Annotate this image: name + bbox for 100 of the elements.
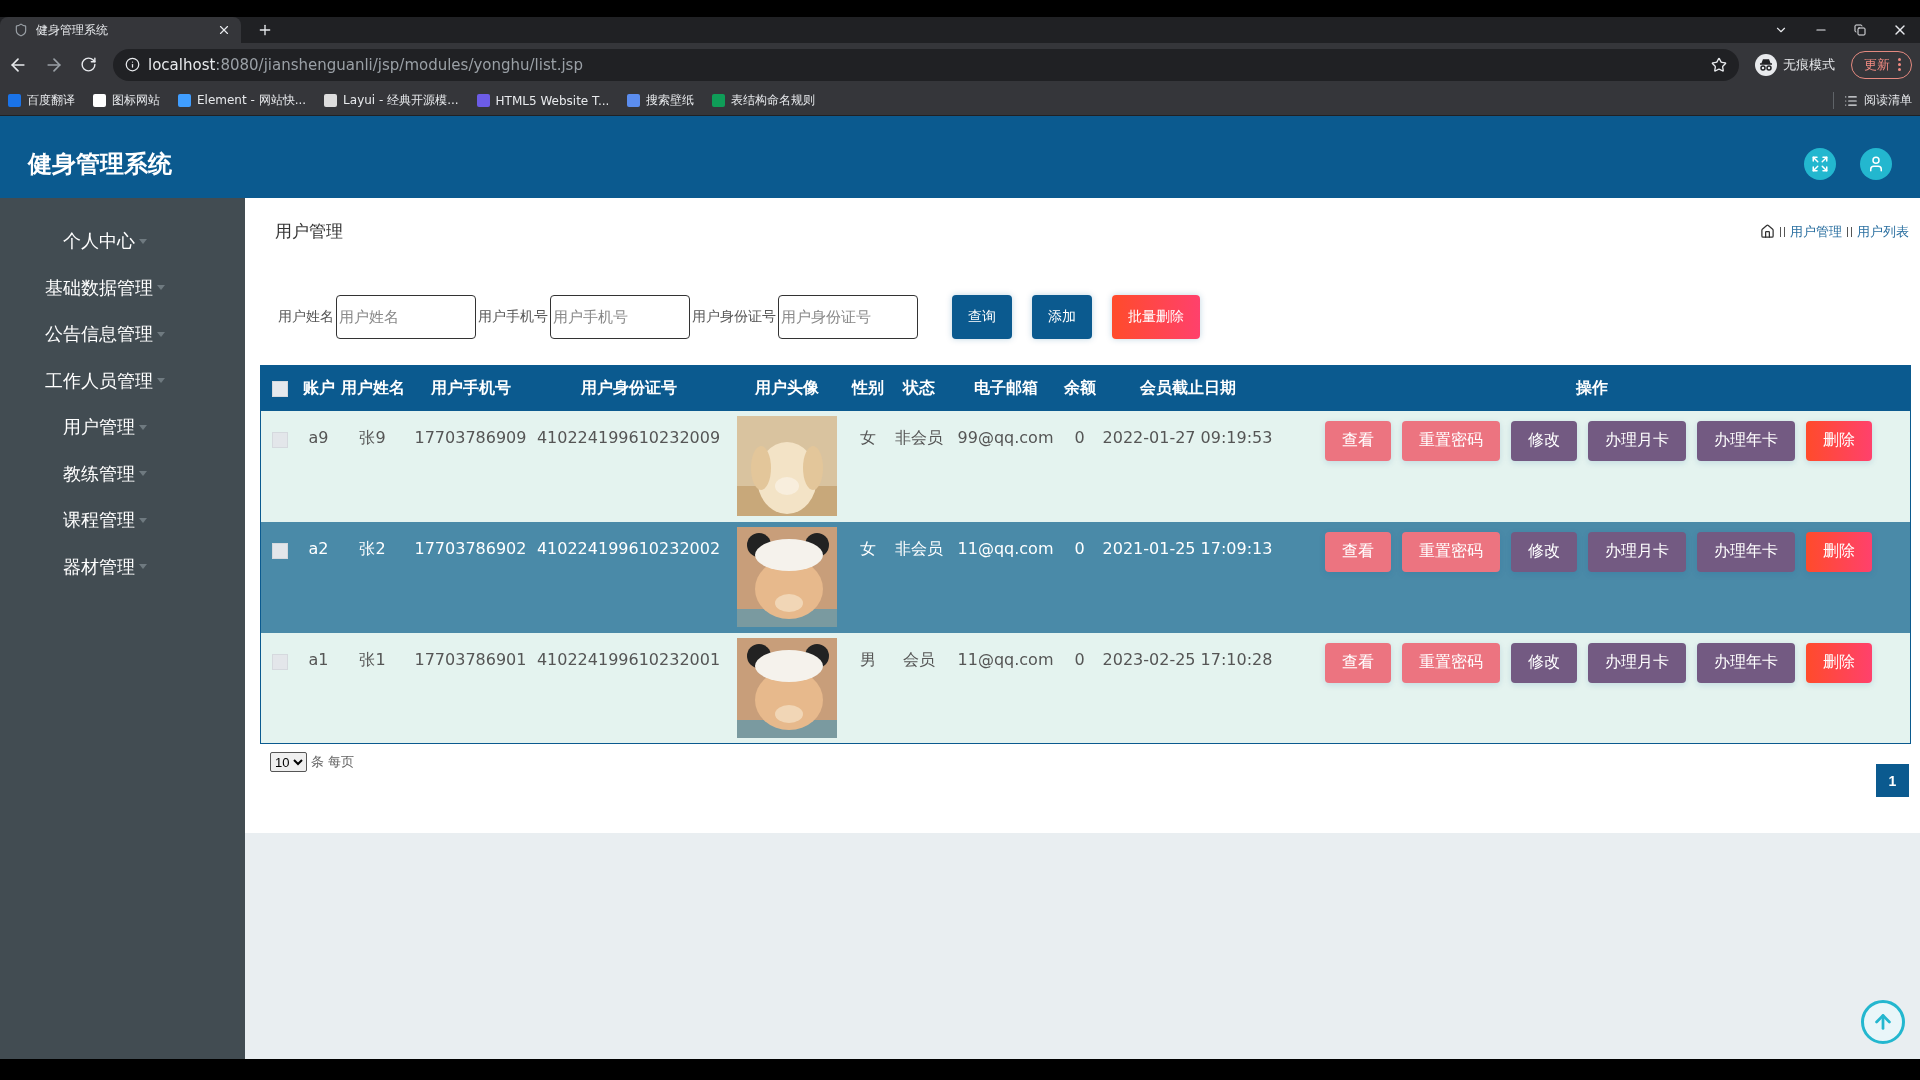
reload-icon[interactable] xyxy=(80,56,97,73)
bookmark-link[interactable]: Element - 网站快... xyxy=(178,92,307,109)
column-header: 账户 xyxy=(298,365,339,411)
caret-icon xyxy=(157,331,165,337)
row-checkbox[interactable] xyxy=(271,542,288,559)
table-cell: 17703786902 xyxy=(414,538,527,558)
bookmark-link[interactable]: 百度翻译 xyxy=(8,92,75,109)
table-row[interactable]: a9 张9 17703786909 410224199610232009 女 非会员 99@qq.com 0 2022-01-27 09:19:53 查看 重置密码 修改 办理月卡 办理年卡 删除 xyxy=(260,410,1911,522)
sidebar-item[interactable]: 工作人员管理 xyxy=(0,357,210,404)
caret-icon xyxy=(139,424,147,430)
caret-icon xyxy=(139,564,147,570)
table-cell: 0 xyxy=(1074,538,1085,558)
action-button[interactable]: 办理年卡 xyxy=(1696,531,1795,572)
column-header: 状态 xyxy=(884,365,953,411)
star-icon[interactable] xyxy=(1711,56,1727,73)
action-button[interactable]: 修改 xyxy=(1510,642,1577,683)
table-cell: 17703786909 xyxy=(414,427,527,447)
sidebar-item[interactable]: 公告信息管理 xyxy=(0,311,210,358)
bookmark-link[interactable]: Layui - 经典开源模... xyxy=(324,92,459,109)
sidebar-item[interactable]: 用户管理 xyxy=(0,404,210,451)
column-header: 会员截止日期 xyxy=(1100,365,1275,411)
table-cell: 410224199610232009 xyxy=(536,427,721,447)
search-field[interactable]: 用户姓名 xyxy=(336,295,476,339)
app-title: 健身管理系统 xyxy=(28,149,173,180)
bookmark-link[interactable]: 搜索壁纸 xyxy=(627,92,695,109)
page-size-select[interactable]: 10 xyxy=(270,752,307,772)
row-checkbox[interactable] xyxy=(271,653,288,670)
field-label: 用户身份证号 xyxy=(692,308,776,326)
table-row[interactable]: a2 张2 17703786902 410224199610232002 女 非会员 11@qq.com 0 2021-01-25 17:09:13 查看 重置密码 修改 办理月卡 办理年卡 删除 xyxy=(260,521,1911,633)
fullscreen-icon[interactable] xyxy=(1804,148,1836,180)
breadcrumb-link[interactable]: 用户管理 xyxy=(1790,222,1842,241)
restore-icon[interactable] xyxy=(1854,24,1866,36)
close-icon[interactable] xyxy=(217,23,231,37)
column-header: 操作 xyxy=(1274,365,1911,411)
search-button[interactable]: 查询 xyxy=(952,295,1012,339)
sidebar-item[interactable]: 器材管理 xyxy=(0,543,210,590)
separator-icon xyxy=(1847,226,1852,237)
page-button[interactable]: 1 xyxy=(1876,764,1909,797)
table-cell: 女 xyxy=(859,427,876,447)
row-checkbox[interactable] xyxy=(271,431,288,448)
new-tab-icon[interactable] xyxy=(257,22,273,38)
table-cell: 女 xyxy=(859,538,876,558)
action-button[interactable]: 办理月卡 xyxy=(1587,420,1686,461)
address-bar[interactable]: localhost:8080/jianshenguanli/jsp/modules/yonghu/list.jsp xyxy=(113,48,1739,81)
action-button[interactable]: 办理月卡 xyxy=(1587,642,1686,683)
separator-icon xyxy=(1780,226,1785,237)
sidebar-item[interactable]: 教练管理 xyxy=(0,450,210,497)
action-button[interactable]: 修改 xyxy=(1510,531,1577,572)
table-cell: 2023-02-25 17:10:28 xyxy=(1102,649,1273,669)
url-text: localhost:8080/jianshenguanli/jsp/modules/yonghu/list.jsp xyxy=(148,55,584,74)
page-title: 用户管理 xyxy=(274,220,343,243)
user-icon[interactable] xyxy=(1860,148,1892,180)
table-cell: 99@qq.com xyxy=(957,427,1054,447)
home-icon[interactable] xyxy=(1760,224,1775,239)
action-button[interactable]: 办理年卡 xyxy=(1696,420,1795,461)
breadcrumb-link[interactable]: 用户列表 xyxy=(1857,222,1909,241)
search-field[interactable]: 用户手机号 xyxy=(550,295,690,339)
incognito-icon xyxy=(1755,53,1777,76)
sidebar-item[interactable]: 基础数据管理 xyxy=(0,264,210,311)
table-cell: 0 xyxy=(1074,427,1085,447)
caret-icon xyxy=(139,517,147,523)
table-cell: 会员 xyxy=(902,649,935,669)
table-cell: 410224199610232002 xyxy=(536,538,721,558)
incognito-label: 无痕模式 xyxy=(1783,55,1835,74)
table-cell: 非会员 xyxy=(894,538,943,558)
field-label: 用户姓名 xyxy=(278,308,334,326)
table-cell: 非会员 xyxy=(894,427,943,447)
table-cell: a1 xyxy=(308,649,329,669)
column-header: 用户姓名 xyxy=(338,365,407,411)
bookmark-link[interactable]: HTML5 Website T... xyxy=(476,93,610,108)
caret-icon xyxy=(157,285,165,291)
column-header: 用户身份证号 xyxy=(534,365,723,411)
sidebar-item[interactable]: 个人中心 xyxy=(0,218,210,265)
search-button[interactable]: 添加 xyxy=(1032,295,1092,339)
field-label: 用户手机号 xyxy=(478,308,548,326)
shield-icon xyxy=(14,23,28,37)
search-field[interactable]: 用户身份证号 xyxy=(778,295,918,339)
table-cell: 0 xyxy=(1074,649,1085,669)
table-cell: 张9 xyxy=(359,427,386,447)
browser-tab[interactable]: 健身管理系统 xyxy=(0,17,241,43)
bookmark-link[interactable]: 图标网站 xyxy=(93,92,160,109)
table-cell: a9 xyxy=(308,427,329,447)
reading-list-link[interactable]: 阅读清单 xyxy=(1833,92,1912,109)
select-all-checkbox[interactable] xyxy=(271,381,288,398)
bookmark-link[interactable]: 表结构命名规则 xyxy=(712,92,816,109)
info-icon xyxy=(125,57,140,72)
more-icon xyxy=(1898,58,1901,71)
table-cell: 男 xyxy=(859,649,876,669)
tab-title: 健身管理系统 xyxy=(36,21,109,39)
table-cell: 410224199610232001 xyxy=(536,649,721,669)
column-header: 用户手机号 xyxy=(406,365,535,411)
table-cell: 11@qq.com xyxy=(957,538,1054,558)
table-row[interactable]: a1 张1 17703786901 410224199610232001 男 会员 11@qq.com 0 2023-02-25 17:10:28 查看 重置密码 修改 办理月卡 办理年卡 删除 xyxy=(260,632,1911,744)
action-button[interactable]: 办理月卡 xyxy=(1587,531,1686,572)
table-cell: 2021-01-25 17:09:13 xyxy=(1102,538,1273,558)
column-header: 性别 xyxy=(850,365,885,411)
sidebar-item[interactable]: 课程管理 xyxy=(0,497,210,544)
table-cell: 张2 xyxy=(359,538,386,558)
action-button[interactable]: 修改 xyxy=(1510,420,1577,461)
action-button[interactable]: 办理年卡 xyxy=(1696,642,1795,683)
